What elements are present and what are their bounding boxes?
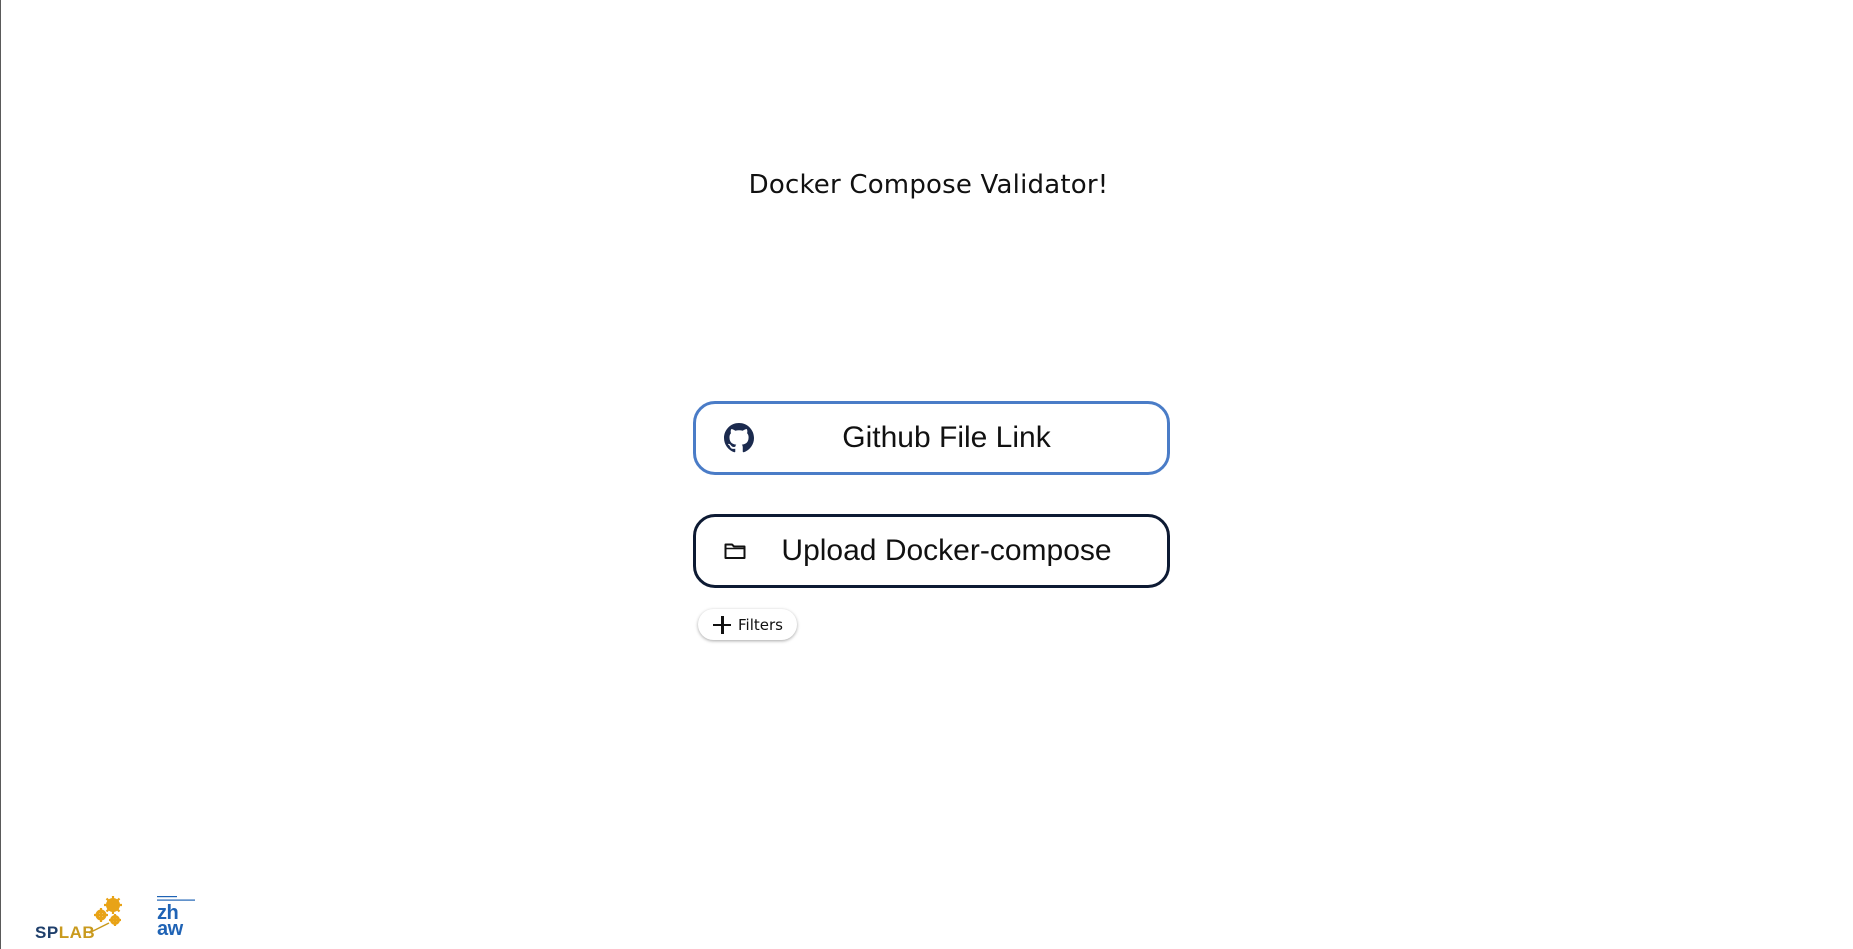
- folder-icon: [724, 542, 746, 560]
- filters-button-label: Filters: [738, 615, 783, 634]
- plus-icon: [712, 615, 732, 635]
- page-title: Docker Compose Validator!: [748, 170, 1109, 200]
- github-button-label: Github File Link: [842, 421, 1051, 454]
- footer-logos: SPLAB zh aw: [35, 895, 205, 945]
- splab-logo: SPLAB: [35, 895, 125, 943]
- github-icon: [724, 423, 754, 453]
- filters-button[interactable]: Filters: [698, 609, 797, 640]
- upload-button-label: Upload Docker-compose: [781, 534, 1112, 567]
- upload-docker-compose-button[interactable]: Upload Docker-compose: [693, 514, 1170, 588]
- gears-icon: [88, 896, 122, 934]
- zhaw-logo: zh aw: [157, 895, 203, 943]
- github-file-link-button[interactable]: Github File Link: [693, 401, 1170, 475]
- page: Docker Compose Validator! Github File Li…: [0, 0, 1853, 949]
- zhaw-logo-text: zh aw: [157, 902, 183, 940]
